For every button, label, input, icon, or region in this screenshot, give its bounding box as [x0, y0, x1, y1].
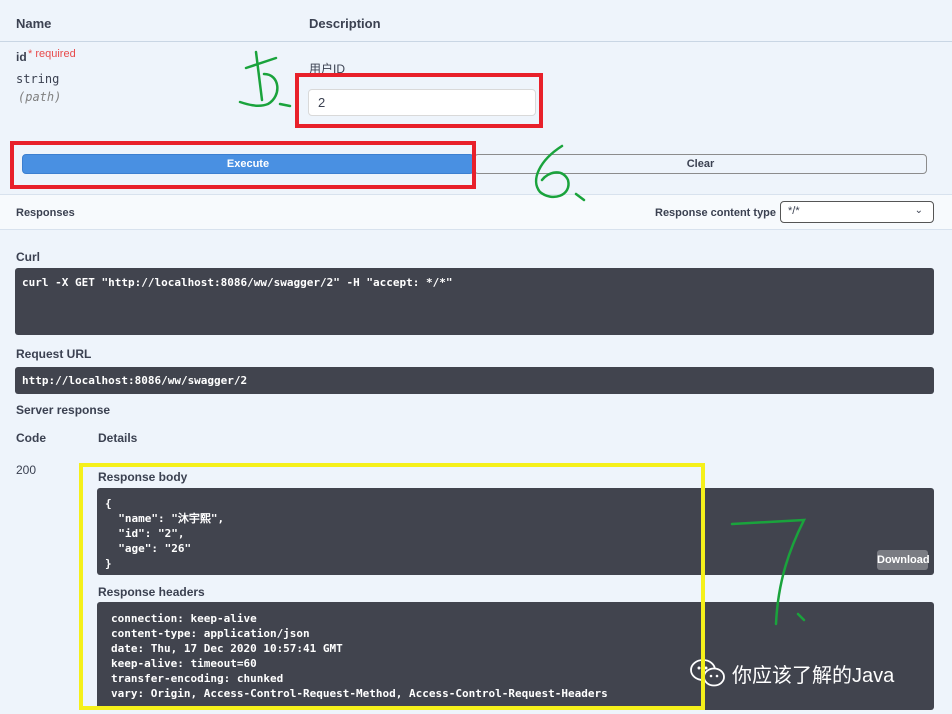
- param-description: 用户ID: [309, 62, 346, 76]
- response-body: { "name": "沐宇熙", "id": "2", "age": "26" …: [97, 488, 934, 575]
- annotation-step-5: [238, 50, 292, 108]
- clear-button[interactable]: Clear: [474, 154, 927, 174]
- curl-command: curl -X GET "http://localhost:8086/ww/sw…: [15, 268, 934, 335]
- watermark-text: 你应该了解的Java: [732, 664, 895, 687]
- response-code: 200: [16, 463, 37, 477]
- wechat-icon: [690, 659, 725, 687]
- request-url: http://localhost:8086/ww/swagger/2: [15, 367, 934, 394]
- param-location: (path): [18, 90, 62, 104]
- server-response-label: Server response: [16, 403, 111, 417]
- curl-label: Curl: [16, 250, 40, 264]
- param-required-badge: * required: [28, 48, 76, 60]
- responses-title: Responses: [16, 207, 75, 219]
- details-header: Details: [98, 431, 138, 445]
- execute-button[interactable]: Execute: [22, 154, 474, 174]
- watermark: 你应该了解的Java: [690, 656, 894, 690]
- chevron-down-icon: ⌄: [914, 205, 923, 216]
- responses-bar: Responses Response content type */* ⌄: [0, 194, 952, 230]
- column-name-header: Name: [16, 16, 52, 31]
- response-content-type-select[interactable]: */* ⌄: [780, 201, 934, 223]
- download-button[interactable]: Download: [877, 550, 930, 570]
- response-content-type-value: */*: [788, 205, 800, 217]
- response-body-label: Response body: [98, 470, 188, 484]
- param-type: string: [16, 72, 60, 86]
- request-url-label: Request URL: [16, 347, 92, 361]
- column-description-header: Description: [309, 16, 381, 31]
- parameters-header: Name Description: [0, 0, 952, 42]
- response-headers-label: Response headers: [98, 585, 205, 599]
- code-header: Code: [16, 431, 46, 445]
- param-name: id: [16, 50, 27, 64]
- response-content-type-label: Response content type: [655, 207, 777, 219]
- id-input[interactable]: 2: [308, 89, 536, 116]
